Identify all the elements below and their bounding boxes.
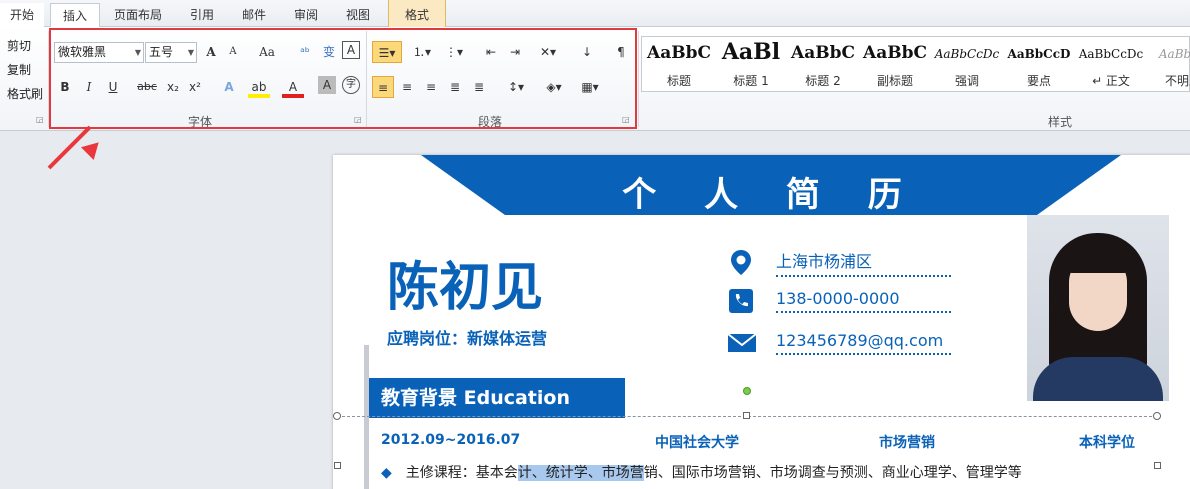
photo-bangs: [1067, 245, 1129, 273]
style-sample: AaBl: [721, 39, 781, 65]
style-name: 副标题: [876, 74, 913, 88]
divider: [638, 31, 639, 127]
course-prefix: 主修课程：基本会: [405, 465, 518, 481]
location-icon: [731, 250, 751, 275]
tab-home[interactable]: 开始: [0, 3, 44, 27]
style-heading-2[interactable]: AaBbC 标题 2: [788, 37, 858, 93]
mail-icon: [727, 333, 757, 352]
style-name: 标题: [666, 74, 691, 88]
email-text: 123456789@qq.com: [776, 331, 951, 355]
tab-insert[interactable]: 插入: [50, 3, 100, 27]
format-painter-button[interactable]: 格式刷: [4, 83, 46, 105]
style-name: ↵ 正文: [1092, 74, 1130, 88]
style-subtitle[interactable]: AaBbC 副标题: [860, 37, 930, 93]
phone-icon: [729, 289, 753, 313]
edu-school: 中国社会大学: [655, 435, 739, 451]
highlight-box: [49, 28, 637, 129]
tab-page-layout[interactable]: 页面布局: [104, 3, 172, 27]
selected-text[interactable]: 计、统计学、市场营: [517, 465, 644, 481]
styles-gallery: AaBbC 标题 AaBl 标题 1 AaBbC 标题 2 AaBbC 副标题 …: [641, 36, 1190, 92]
resize-handle[interactable]: [1154, 462, 1161, 469]
style-sample: AaBbCcDc: [934, 47, 1000, 61]
phone-text: 138-0000-0000: [776, 289, 951, 313]
resize-handle[interactable]: [334, 462, 341, 469]
edu-major: 市场营销: [879, 435, 935, 451]
style-name: 标题 1: [733, 74, 769, 88]
edu-period: 2012.09~2016.07: [381, 432, 521, 448]
applicant-name: 陈初见: [387, 258, 544, 318]
cut-button[interactable]: 剪切: [4, 35, 34, 57]
annotation-arrow-head: [80, 135, 106, 161]
tab-view[interactable]: 视图: [334, 3, 382, 27]
style-name: 要点: [1026, 74, 1051, 88]
style-sample: AaBbC: [863, 43, 927, 63]
style-name: 强调: [954, 74, 979, 88]
rotate-handle[interactable]: [743, 387, 751, 395]
style-heading-1[interactable]: AaBl 标题 1: [716, 37, 786, 93]
style-sample: AaBbCcDc: [1078, 47, 1144, 61]
tab-references[interactable]: 引用: [178, 3, 226, 27]
education-section-title: 教育背景 Education: [369, 378, 625, 418]
resume-title: 个 人 简 历: [622, 175, 920, 215]
style-title[interactable]: AaBbC 标题: [644, 37, 714, 93]
ribbon-tab-bar: 开始 插入 页面布局 引用 邮件 审阅 视图 格式: [0, 0, 1190, 27]
style-strong[interactable]: AaBbCcD 要点: [1004, 37, 1074, 93]
style-subtle[interactable]: AaBbCc 不明显: [1148, 37, 1190, 93]
styles-group-label: 样式: [1047, 115, 1072, 129]
resize-handle[interactable]: [333, 412, 341, 420]
resize-handle[interactable]: [743, 412, 750, 419]
applied-position: 应聘岗位：新媒体运营: [387, 329, 548, 348]
course-line[interactable]: ◆ 主修课程：基本会计、统计学、市场营销、国际市场营销、市场调查与预测、商业心理学…: [381, 462, 1022, 482]
style-sample: AaBbCcD: [1007, 47, 1071, 61]
tab-review[interactable]: 审阅: [282, 3, 330, 27]
style-normal[interactable]: AaBbCcDc ↵ 正文: [1076, 37, 1146, 93]
style-emphasis[interactable]: AaBbCcDc 强调: [932, 37, 1002, 93]
style-sample: AaBbC: [647, 43, 711, 63]
tab-format[interactable]: 格式: [388, 0, 446, 27]
edu-degree: 本科学位: [1079, 435, 1135, 451]
profile-photo: [1027, 215, 1169, 401]
tab-mailings[interactable]: 邮件: [230, 3, 278, 27]
resize-handle[interactable]: [1153, 412, 1161, 420]
style-name: 不明显: [1164, 74, 1190, 88]
address-text: 上海市杨浦区: [776, 248, 951, 277]
document-page[interactable]: 个 人 简 历 陈初见 应聘岗位：新媒体运营 上海市杨浦区 138-0000-0…: [333, 155, 1190, 489]
course-suffix: 销、国际市场营销、市场调查与预测、商业心理学、管理学等: [643, 465, 1022, 481]
style-sample: AaBbC: [791, 43, 855, 63]
copy-button[interactable]: 复制: [4, 59, 34, 81]
style-name: 标题 2: [805, 74, 841, 88]
style-sample: AaBbCc: [1158, 47, 1190, 61]
photo-shirt: [1033, 357, 1163, 401]
bullet-icon: ◆: [381, 465, 392, 481]
clipboard-launcher-icon[interactable]: ◲: [36, 115, 46, 125]
